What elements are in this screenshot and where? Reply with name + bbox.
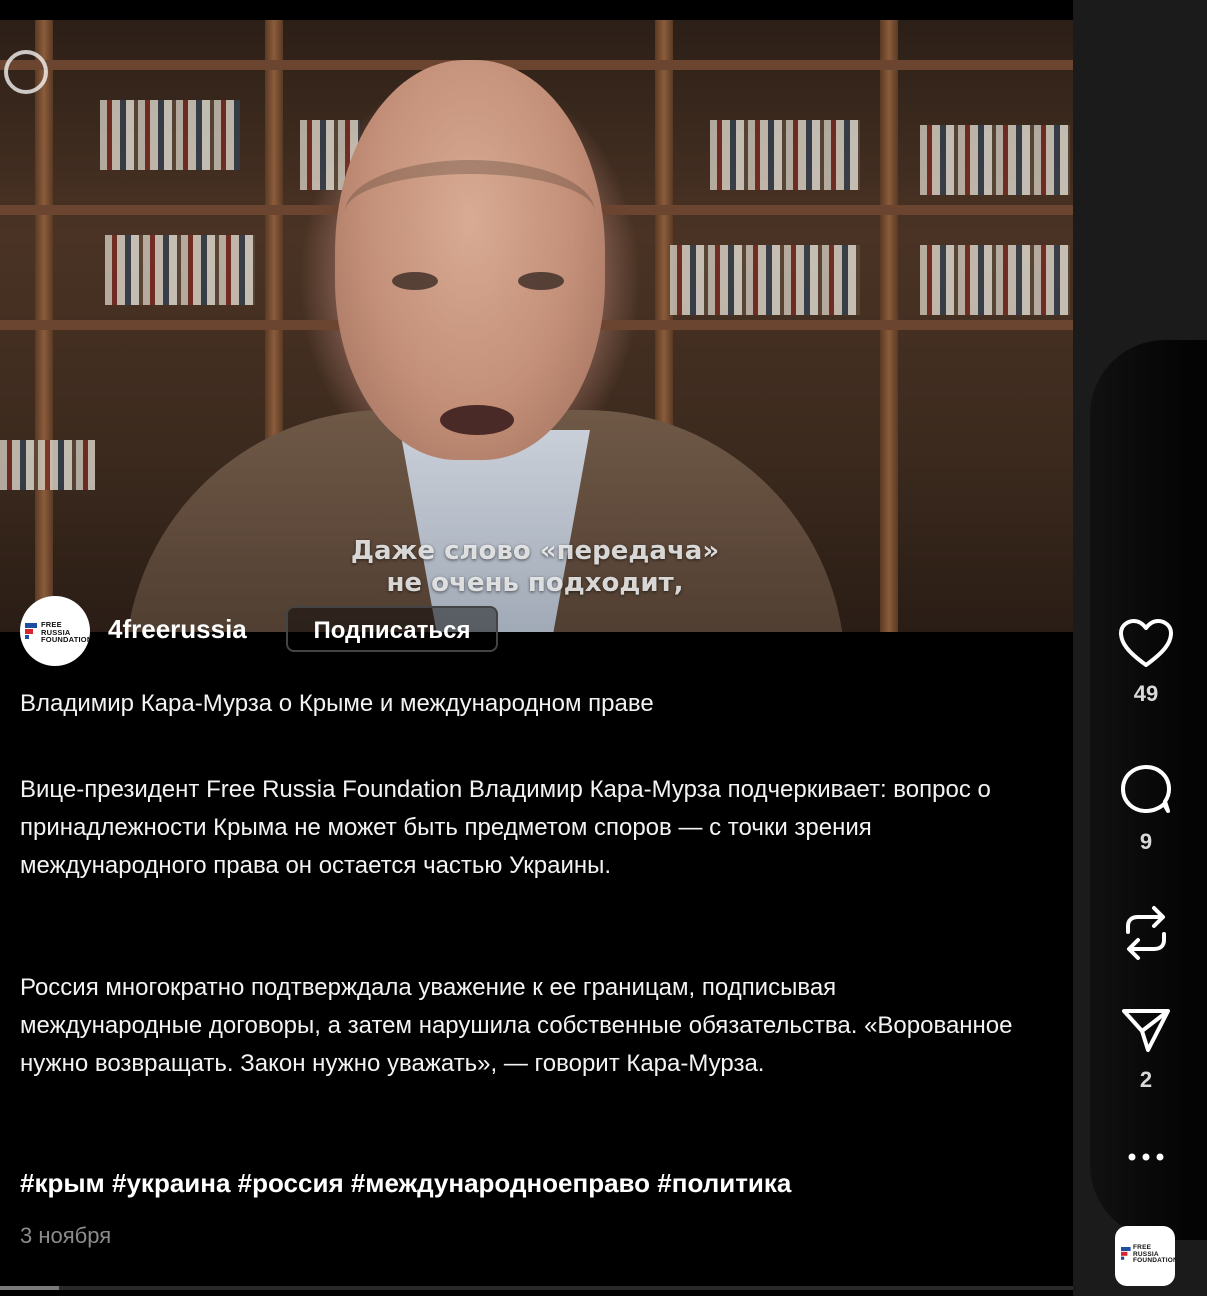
speaker-hair: [345, 160, 595, 264]
subtitle-line-1: Даже слово «передача»: [350, 536, 720, 566]
comment-icon[interactable]: [1118, 762, 1174, 818]
free-russia-logo-icon: [1121, 1247, 1131, 1260]
video-progress-fill: [0, 1286, 59, 1290]
post-paragraph-1: Вице-президент Free Russia Foundation Вл…: [20, 776, 991, 879]
speaker-eye: [392, 272, 438, 290]
subtitle-line-2: не очень подходит,: [386, 568, 684, 598]
books: [105, 235, 255, 305]
share-action[interactable]: 2: [1110, 1004, 1182, 1093]
books: [920, 125, 1070, 195]
author-avatar[interactable]: FREE RUSSIA FOUNDATION: [20, 596, 90, 666]
post-paragraph-2: Россия многократно подтверждала уважение…: [20, 974, 1013, 1077]
post-date: 3 ноября: [20, 1223, 112, 1248]
avatar-logo-text: FREE RUSSIA FOUNDATION: [41, 620, 90, 644]
audio-source-avatar[interactable]: FREE RUSSIA FOUNDATION: [1115, 1226, 1175, 1286]
video-subtitle: Даже слово «передача» не очень подходит,: [255, 535, 815, 599]
repost-icon[interactable]: [1118, 902, 1174, 964]
like-count: 49: [1133, 681, 1159, 706]
free-russia-logo-icon: [25, 623, 37, 639]
post-title: Владимир Кара-Мурза о Крыме и международ…: [20, 690, 654, 717]
repost-action[interactable]: [1110, 902, 1182, 969]
gear-icon: [4, 50, 48, 94]
like-action[interactable]: 49: [1110, 618, 1182, 707]
follow-button[interactable]: Подписаться: [286, 606, 498, 652]
speaker-eye: [518, 272, 564, 290]
video-player[interactable]: Даже слово «передача» не очень подходит,: [0, 20, 1073, 632]
books: [920, 245, 1070, 315]
author-username[interactable]: 4freerussia: [108, 614, 247, 645]
comment-action[interactable]: 9: [1110, 762, 1182, 855]
books: [670, 245, 860, 315]
post-hashtags[interactable]: #крым #украина #россия #международноепра…: [20, 1168, 791, 1199]
more-icon[interactable]: [1126, 1151, 1166, 1163]
share-count: 2: [1139, 1067, 1153, 1092]
more-action[interactable]: [1110, 1150, 1182, 1168]
post-panel: Даже слово «передача» не очень подходит,…: [0, 0, 1073, 1296]
rail-avatar-logo-text: FREE RUSSIA FOUNDATION: [1133, 1244, 1175, 1264]
heart-icon[interactable]: [1118, 618, 1174, 670]
video-progress-bar[interactable]: [0, 1286, 1073, 1290]
books: [710, 120, 860, 190]
shelf: [0, 60, 1073, 70]
top-bar: [0, 0, 1073, 20]
send-icon[interactable]: [1118, 1004, 1174, 1056]
books: [100, 100, 240, 170]
comment-count: 9: [1139, 829, 1153, 854]
books: [0, 440, 95, 490]
speaker-mouth: [440, 405, 514, 435]
